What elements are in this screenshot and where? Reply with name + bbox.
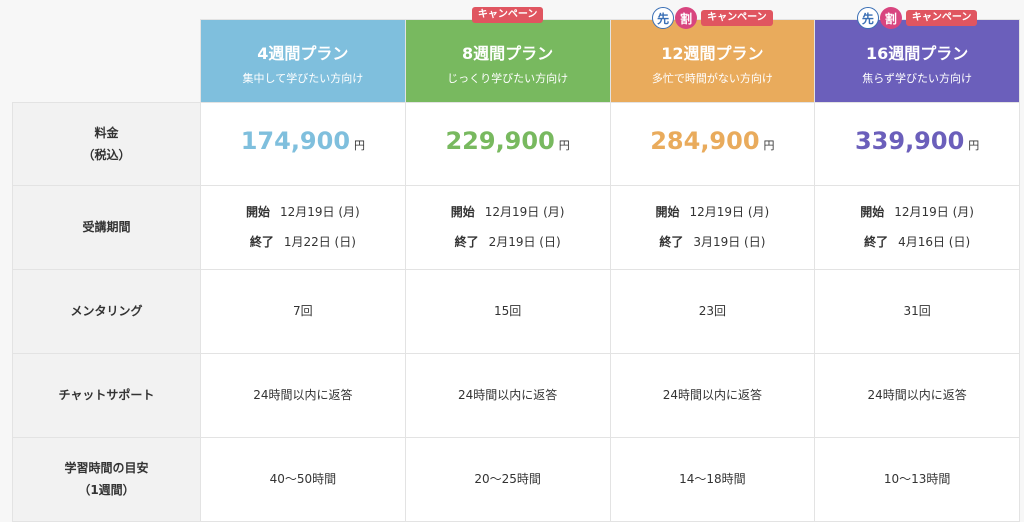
period-cell: 開始 12月19日 (月) 終了 4月16日 (日) — [814, 184, 1020, 270]
end-label: 終了 — [249, 235, 274, 249]
plan-header-row: 4週間プラン 集中して学びたい方向け キャンペーン 8週間プラン じっくり学びた… — [13, 7, 1020, 103]
plan-comparison-page: 4週間プラン 集中して学びたい方向け キャンペーン 8週間プラン じっくり学びた… — [0, 0, 1024, 522]
start-date: 12月19日 (月) — [689, 205, 770, 219]
wari-glyph: 割 — [675, 7, 698, 29]
price-value: 284,900 — [650, 127, 760, 155]
chat-cell: 24時間以内に返答 — [200, 352, 406, 438]
study-cell: 14〜18時間 — [609, 436, 816, 522]
period-end: 終了 2月19日 (日) — [407, 227, 609, 257]
row-label-mentoring: メンタリング — [12, 268, 201, 354]
period-start: 開始 12月19日 (月) — [816, 197, 1018, 227]
period-end: 終了 4月16日 (日) — [816, 227, 1018, 257]
row-label-sub: （税込） — [82, 147, 131, 162]
yen-unit: 円 — [763, 139, 775, 152]
chat-support-row: チャットサポート 24時間以内に返答 24時間以内に返答 24時間以内に返答 2… — [12, 352, 1020, 438]
plan-name: 8週間プラン — [462, 43, 554, 63]
price-cell: 284,900 円 — [609, 101, 816, 186]
plan-comparison-table: 4週間プラン 集中して学びたい方向け キャンペーン 8週間プラン じっくり学びた… — [12, 7, 1020, 522]
sen-glyph: 先 — [652, 7, 675, 29]
study-time-row: 学習時間の目安 （1週間） 40〜50時間 20〜25時間 14〜18時間 10… — [12, 436, 1020, 522]
mentoring-cell: 15回 — [404, 268, 611, 354]
row-label: 受講期間 — [82, 220, 131, 234]
mentoring-cell: 23回 — [609, 268, 816, 354]
wari-glyph: 割 — [879, 7, 902, 29]
chat-cell: 24時間以内に返答 — [814, 352, 1020, 438]
plan-subtitle: 多忙で時間がない方向け — [651, 71, 773, 85]
study-cell: 10〜13時間 — [814, 436, 1020, 522]
period-start: 開始 12月19日 (月) — [407, 197, 609, 227]
table-corner — [13, 20, 201, 103]
campaign-badge: キャンペーン — [905, 10, 978, 26]
yen-unit: 円 — [558, 139, 570, 152]
plan-header-8weeks: キャンペーン 8週間プラン じっくり学びたい方向け — [404, 7, 611, 103]
plan-header-16weeks: 先 割 キャンペーン 16週間プラン 焦らず学びたい方向け — [814, 7, 1020, 103]
start-label: 開始 — [246, 205, 271, 219]
start-date: 12月19日 (月) — [484, 205, 565, 219]
end-label: 終了 — [454, 235, 479, 249]
early-discount-icon: 先 割 — [652, 7, 698, 29]
row-label-period: 受講期間 — [12, 184, 201, 270]
start-label: 開始 — [860, 205, 885, 219]
campaign-badge: キャンペーン — [701, 10, 773, 26]
plan-header-4weeks: 4週間プラン 集中して学びたい方向け — [200, 19, 406, 103]
plan-name: 16週間プラン — [865, 43, 969, 63]
mentoring-cell: 31回 — [814, 268, 1020, 354]
badge-group: 先 割 キャンペーン — [611, 7, 815, 29]
price-cell: 339,900 円 — [814, 101, 1020, 186]
yen-unit: 円 — [354, 139, 366, 152]
chat-cell: 24時間以内に返答 — [609, 352, 816, 438]
plan-subtitle: じっくり学びたい方向け — [447, 71, 569, 85]
price-value: 174,900 — [240, 127, 351, 155]
sen-glyph: 先 — [856, 7, 879, 29]
start-label: 開始 — [655, 205, 680, 219]
end-date: 3月19日 (日) — [693, 235, 766, 249]
price-row: 料金 （税込） 174,900 円 229,900 円 284,900 円 339,9… — [12, 101, 1020, 186]
plan-name: 12週間プラン — [661, 43, 764, 63]
row-label: 学習時間の目安 — [64, 461, 149, 475]
period-start: 開始 12月19日 (月) — [202, 197, 404, 227]
start-date: 12月19日 (月) — [894, 205, 974, 219]
mentoring-row: メンタリング 7回 15回 23回 31回 — [12, 268, 1020, 354]
campaign-badge: キャンペーン — [471, 7, 544, 23]
end-date: 1月22日 (日) — [283, 235, 356, 249]
price-cell: 174,900 円 — [200, 101, 406, 186]
start-date: 12月19日 (月) — [280, 205, 360, 219]
plan-header-12weeks: 先 割 キャンペーン 12週間プラン 多忙で時間がない方向け — [609, 7, 816, 103]
plan-name: 4週間プラン — [257, 43, 349, 63]
chat-cell: 24時間以内に返答 — [404, 352, 611, 438]
end-date: 2月19日 (日) — [488, 235, 561, 249]
row-label-price: 料金 （税込） — [12, 101, 201, 186]
period-cell: 開始 12月19日 (月) 終了 3月19日 (日) — [609, 184, 816, 270]
plan-subtitle: 集中して学びたい方向け — [242, 71, 364, 85]
mentoring-cell: 7回 — [200, 268, 406, 354]
yen-unit: 円 — [968, 139, 980, 152]
study-cell: 20〜25時間 — [404, 436, 611, 522]
row-label: メンタリング — [70, 304, 143, 318]
period-row: 受講期間 開始 12月19日 (月) 終了 1月22日 (日) 開始 12月19日 (… — [12, 184, 1020, 270]
period-cell: 開始 12月19日 (月) 終了 2月19日 (日) — [404, 184, 611, 270]
end-date: 4月16日 (日) — [898, 235, 971, 249]
study-cell: 40〜50時間 — [200, 436, 406, 522]
end-label: 終了 — [864, 235, 889, 249]
badge-group: キャンペーン — [406, 7, 610, 23]
price-value: 229,900 — [445, 127, 555, 155]
end-label: 終了 — [659, 235, 684, 249]
period-cell: 開始 12月19日 (月) 終了 1月22日 (日) — [200, 184, 406, 270]
period-end: 終了 3月19日 (日) — [612, 227, 814, 257]
row-label-chat: チャットサポート — [12, 352, 201, 438]
plan-subtitle: 焦らず学びたい方向け — [862, 71, 973, 85]
period-end: 終了 1月22日 (日) — [202, 227, 404, 257]
row-label: 料金 — [94, 125, 119, 140]
price-cell: 229,900 円 — [404, 101, 611, 186]
early-discount-icon: 先 割 — [856, 7, 902, 29]
row-label-study: 学習時間の目安 （1週間） — [12, 436, 201, 522]
badge-group: 先 割 キャンペーン — [815, 7, 1019, 29]
period-start: 開始 12月19日 (月) — [612, 197, 814, 227]
price-value: 339,900 — [854, 127, 965, 155]
row-label: チャットサポート — [58, 388, 155, 402]
start-label: 開始 — [450, 205, 475, 219]
row-label-sub: （1週間） — [78, 483, 135, 497]
